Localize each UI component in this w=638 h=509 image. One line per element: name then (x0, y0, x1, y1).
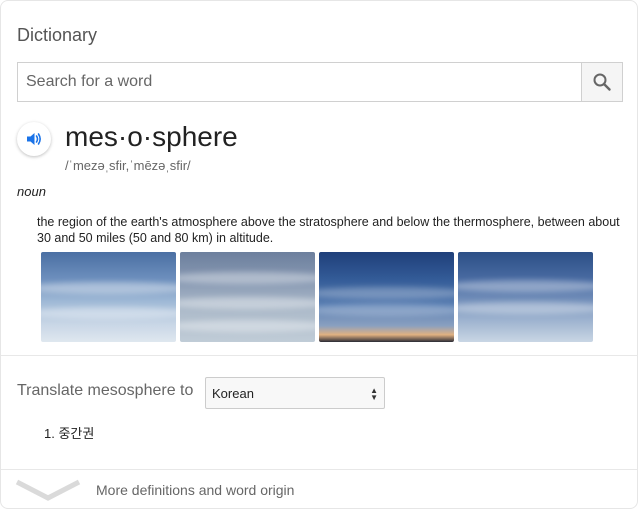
headword: mes·o·sphere (65, 121, 238, 152)
search-button[interactable] (581, 63, 622, 101)
image-thumbnail[interactable] (41, 252, 176, 342)
speaker-icon (27, 133, 41, 145)
select-arrows-icon: ▲ ▼ (370, 386, 378, 402)
part-of-speech: noun (17, 184, 46, 199)
section-divider (1, 355, 637, 356)
dictionary-card: Dictionary mes·o·sphere /ˈmezəˌsfir,ˈmēz… (0, 0, 638, 509)
image-thumbnail[interactable] (319, 252, 454, 342)
image-thumbnail[interactable] (180, 252, 315, 342)
definition-text: the region of the earth's atmosphere abo… (37, 215, 620, 245)
translation-result: 1. 중간권 (44, 426, 95, 441)
section-divider (1, 469, 637, 470)
search-input[interactable] (18, 63, 581, 101)
card-title: Dictionary (17, 25, 98, 45)
language-select[interactable]: Korean ▲ ▼ (205, 377, 385, 409)
pronounce-button[interactable] (17, 122, 51, 156)
translate-label: Translate mesosphere to (17, 382, 194, 399)
more-definitions-label: More definitions and word origin (96, 482, 295, 498)
image-thumbnail[interactable] (458, 252, 593, 342)
more-definitions-link[interactable]: More definitions and word origin (15, 477, 294, 503)
selected-language: Korean (212, 385, 254, 401)
search-box (17, 62, 623, 102)
search-icon (593, 73, 611, 91)
pronunciation: /ˈmezəˌsfir,ˈmēzəˌsfir/ (65, 158, 191, 173)
image-strip (41, 252, 593, 342)
chevron-down-icon (15, 479, 81, 501)
